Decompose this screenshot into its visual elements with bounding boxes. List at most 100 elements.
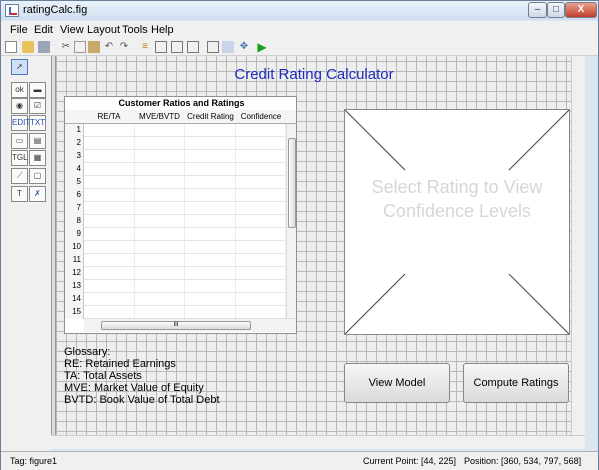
table-vertical-scroll-thumb[interactable] (288, 138, 296, 228)
table-cell[interactable] (236, 267, 286, 280)
slider-icon[interactable]: ▬ (29, 82, 46, 98)
menu-editor-icon[interactable] (155, 41, 167, 53)
table-cell[interactable] (185, 176, 236, 189)
push-button-icon[interactable]: ok (11, 82, 28, 98)
table-cell[interactable] (84, 163, 135, 176)
table-row[interactable]: 1 (65, 124, 286, 137)
table-cell[interactable] (134, 280, 185, 293)
table-row[interactable]: 7 (65, 202, 286, 215)
table-cell[interactable] (236, 189, 286, 202)
table-cell[interactable] (134, 241, 185, 254)
redo-icon[interactable]: ↷ (118, 41, 130, 53)
table-cell[interactable] (236, 241, 286, 254)
table-cell[interactable] (185, 293, 236, 306)
column-header-confidence[interactable]: Confidence (236, 112, 286, 121)
table-cell[interactable] (236, 293, 286, 306)
table-cell[interactable] (134, 176, 185, 189)
table-cell[interactable] (185, 267, 236, 280)
compute-ratings-button[interactable]: Compute Ratings (463, 363, 569, 403)
toggle-button-icon[interactable]: TGL (11, 150, 28, 166)
column-header-credit-rating[interactable]: Credit Rating (185, 112, 236, 121)
table-row[interactable]: 3 (65, 150, 286, 163)
canvas-vertical-scrollbar[interactable] (571, 56, 585, 435)
save-icon[interactable] (38, 41, 50, 53)
table-cell[interactable] (236, 150, 286, 163)
table-cell[interactable] (236, 176, 286, 189)
menu-view[interactable]: View (60, 24, 84, 36)
table-cell[interactable] (185, 163, 236, 176)
table-row[interactable]: 11 (65, 254, 286, 267)
open-folder-icon[interactable] (22, 41, 34, 53)
customer-ratios-table[interactable]: Customer Ratios and Ratings RE/TA MVE/BV… (64, 96, 297, 334)
table-cell[interactable] (84, 176, 135, 189)
table-cell[interactable] (84, 228, 135, 241)
menu-tools[interactable]: Tools (122, 24, 148, 36)
select-arrow-icon[interactable]: ➚ (11, 59, 28, 75)
menu-file[interactable]: File (10, 24, 28, 36)
radio-button-icon[interactable]: ◉ (11, 98, 28, 114)
table-cell[interactable] (84, 124, 135, 137)
table-cell[interactable] (236, 202, 286, 215)
table-row[interactable]: 4 (65, 163, 286, 176)
table-row[interactable]: 2 (65, 137, 286, 150)
table-cell[interactable] (84, 241, 135, 254)
table-row[interactable]: 10 (65, 241, 286, 254)
object-browser-icon[interactable]: ✥ (238, 41, 250, 53)
table-cell[interactable] (134, 228, 185, 241)
close-button[interactable]: X (565, 2, 597, 18)
table-cell[interactable] (84, 267, 135, 280)
tab-order-icon[interactable] (171, 41, 183, 53)
table-cell[interactable] (185, 228, 236, 241)
new-file-icon[interactable] (5, 41, 17, 53)
table-cell[interactable] (236, 215, 286, 228)
table-cell[interactable] (185, 189, 236, 202)
table-cell[interactable] (236, 254, 286, 267)
table-row[interactable]: 5 (65, 176, 286, 189)
table-cell[interactable] (84, 254, 135, 267)
table-cell[interactable] (84, 215, 135, 228)
table-row[interactable]: 13 (65, 280, 286, 293)
maximize-button[interactable]: □ (547, 2, 565, 18)
table-cell[interactable] (134, 150, 185, 163)
view-model-button[interactable]: View Model (344, 363, 450, 403)
activex-icon[interactable]: ✗ (29, 186, 46, 202)
table-cell[interactable] (185, 137, 236, 150)
table-cell[interactable] (84, 202, 135, 215)
table-cell[interactable] (134, 137, 185, 150)
menu-edit[interactable]: Edit (34, 24, 53, 36)
edit-text-icon[interactable]: EDIT (11, 115, 30, 131)
table-cell[interactable] (185, 202, 236, 215)
minimize-button[interactable]: – (528, 2, 547, 18)
table-cell[interactable] (185, 254, 236, 267)
table-cell[interactable] (236, 280, 286, 293)
table-horizontal-scroll-thumb[interactable]: III (101, 321, 251, 330)
table-cell[interactable] (134, 124, 185, 137)
column-header-mve-bvtd[interactable]: MVE/BVTD (134, 112, 185, 121)
undo-icon[interactable]: ↶ (103, 41, 115, 53)
copy-icon[interactable] (74, 41, 86, 53)
align-icon[interactable]: ≡ (139, 41, 151, 53)
title-panel[interactable]: Credit Rating Calculator (64, 61, 564, 89)
table-cell[interactable] (185, 150, 236, 163)
table-cell[interactable] (134, 267, 185, 280)
table-cell[interactable] (134, 215, 185, 228)
axes-icon[interactable]: ⟋ (11, 168, 28, 184)
run-icon[interactable]: ▶ (256, 41, 268, 53)
table-cell[interactable] (185, 124, 236, 137)
table-cell[interactable] (84, 293, 135, 306)
table-cell[interactable] (84, 150, 135, 163)
table-cell[interactable] (185, 280, 236, 293)
listbox-icon[interactable]: ▤ (29, 133, 46, 149)
confidence-axes[interactable]: Select Rating to View Confidence Levels (344, 109, 570, 335)
table-cell[interactable] (236, 124, 286, 137)
table-cell[interactable] (134, 254, 185, 267)
cut-icon[interactable]: ✂ (60, 41, 72, 53)
table-cell[interactable] (84, 189, 135, 202)
table-cell[interactable] (134, 202, 185, 215)
table-cell[interactable] (134, 293, 185, 306)
table-row[interactable]: 12 (65, 267, 286, 280)
table-cell[interactable] (84, 280, 135, 293)
menu-help[interactable]: Help (151, 24, 174, 36)
table-cell[interactable] (134, 163, 185, 176)
table-icon[interactable]: ▦ (29, 150, 46, 166)
